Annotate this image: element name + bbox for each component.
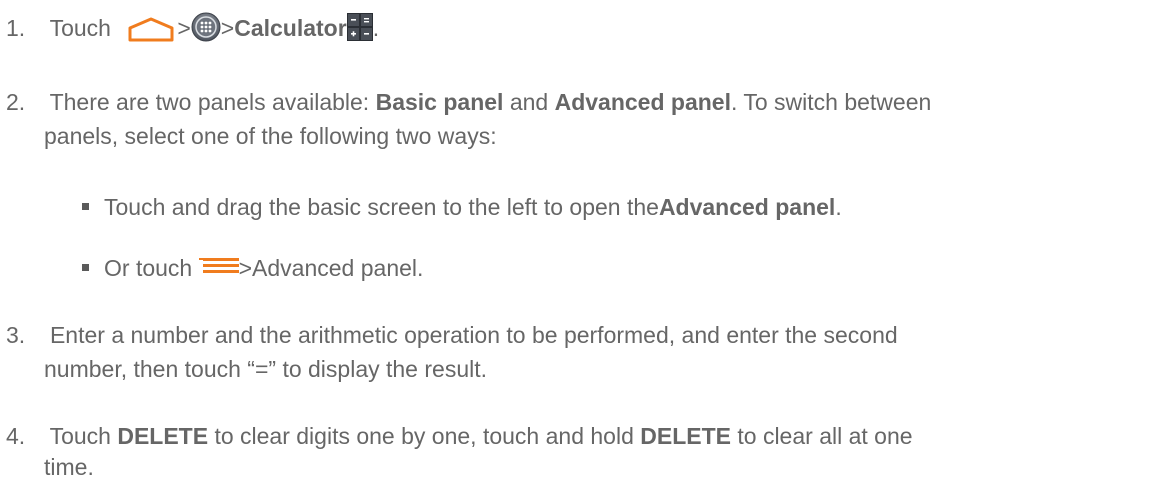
bullet-item-1: Touch and drag the basic screen to the l… — [104, 193, 842, 221]
step-2: 2. There are two panels available: Basic… — [6, 88, 931, 116]
advanced-panel-label: Advanced panel — [554, 89, 731, 115]
bullet-text: Or touch — [104, 255, 199, 281]
step-number: 4. — [6, 423, 26, 449]
bullet-item-2: Or touch >Advanced panel. — [104, 254, 423, 282]
step-4: 4. Touch DELETE to clear digits one by o… — [6, 422, 913, 450]
step-text: Touch — [49, 423, 118, 449]
step-3: 3. Enter a number and the arithmetic ope… — [6, 321, 898, 349]
bullet-text: >Advanced panel. — [238, 255, 424, 281]
step-text: Enter a number and the arithmetic operat… — [49, 322, 898, 348]
step-text: There are two panels available: — [49, 89, 376, 115]
step-text: and — [503, 89, 555, 115]
step-number: 1. — [6, 15, 26, 41]
menu-icon — [198, 257, 239, 275]
delete-label: DELETE — [640, 423, 731, 449]
step-2-line-2: panels, select one of the following two … — [44, 122, 497, 150]
step-number: 3. — [6, 322, 26, 348]
apps-icon — [191, 12, 221, 42]
bullet-marker — [82, 264, 89, 271]
bullet-marker — [82, 203, 89, 210]
step-text: . To switch between — [730, 89, 932, 115]
basic-panel-label: Basic panel — [375, 89, 504, 115]
step-text: to clear digits one by one, touch and ho… — [208, 423, 641, 449]
bullet-text: . — [835, 194, 842, 220]
step-4-line-2: time. — [44, 453, 94, 481]
home-icon — [125, 16, 177, 44]
separator: > — [220, 15, 235, 41]
advanced-panel-label: Advanced panel — [658, 194, 836, 220]
period: . — [372, 15, 380, 41]
step-text: number, then touch “=” to display the re… — [44, 356, 487, 382]
step-text: panels, select one of the following two … — [44, 123, 497, 149]
bullet-text: Touch and drag the basic screen to the l… — [104, 194, 659, 220]
separator: > — [177, 15, 191, 41]
step-text: to clear all at one — [730, 423, 913, 449]
delete-label: DELETE — [117, 423, 209, 449]
step-number: 2. — [6, 89, 26, 115]
step-1: 1. Touch > >Calculator . — [6, 12, 380, 44]
step-text: time. — [44, 454, 94, 480]
calculator-label: Calculator — [234, 15, 347, 41]
step-text: Touch — [49, 15, 111, 41]
calculator-icon — [346, 12, 373, 41]
step-3-line-2: number, then touch “=” to display the re… — [44, 355, 487, 383]
